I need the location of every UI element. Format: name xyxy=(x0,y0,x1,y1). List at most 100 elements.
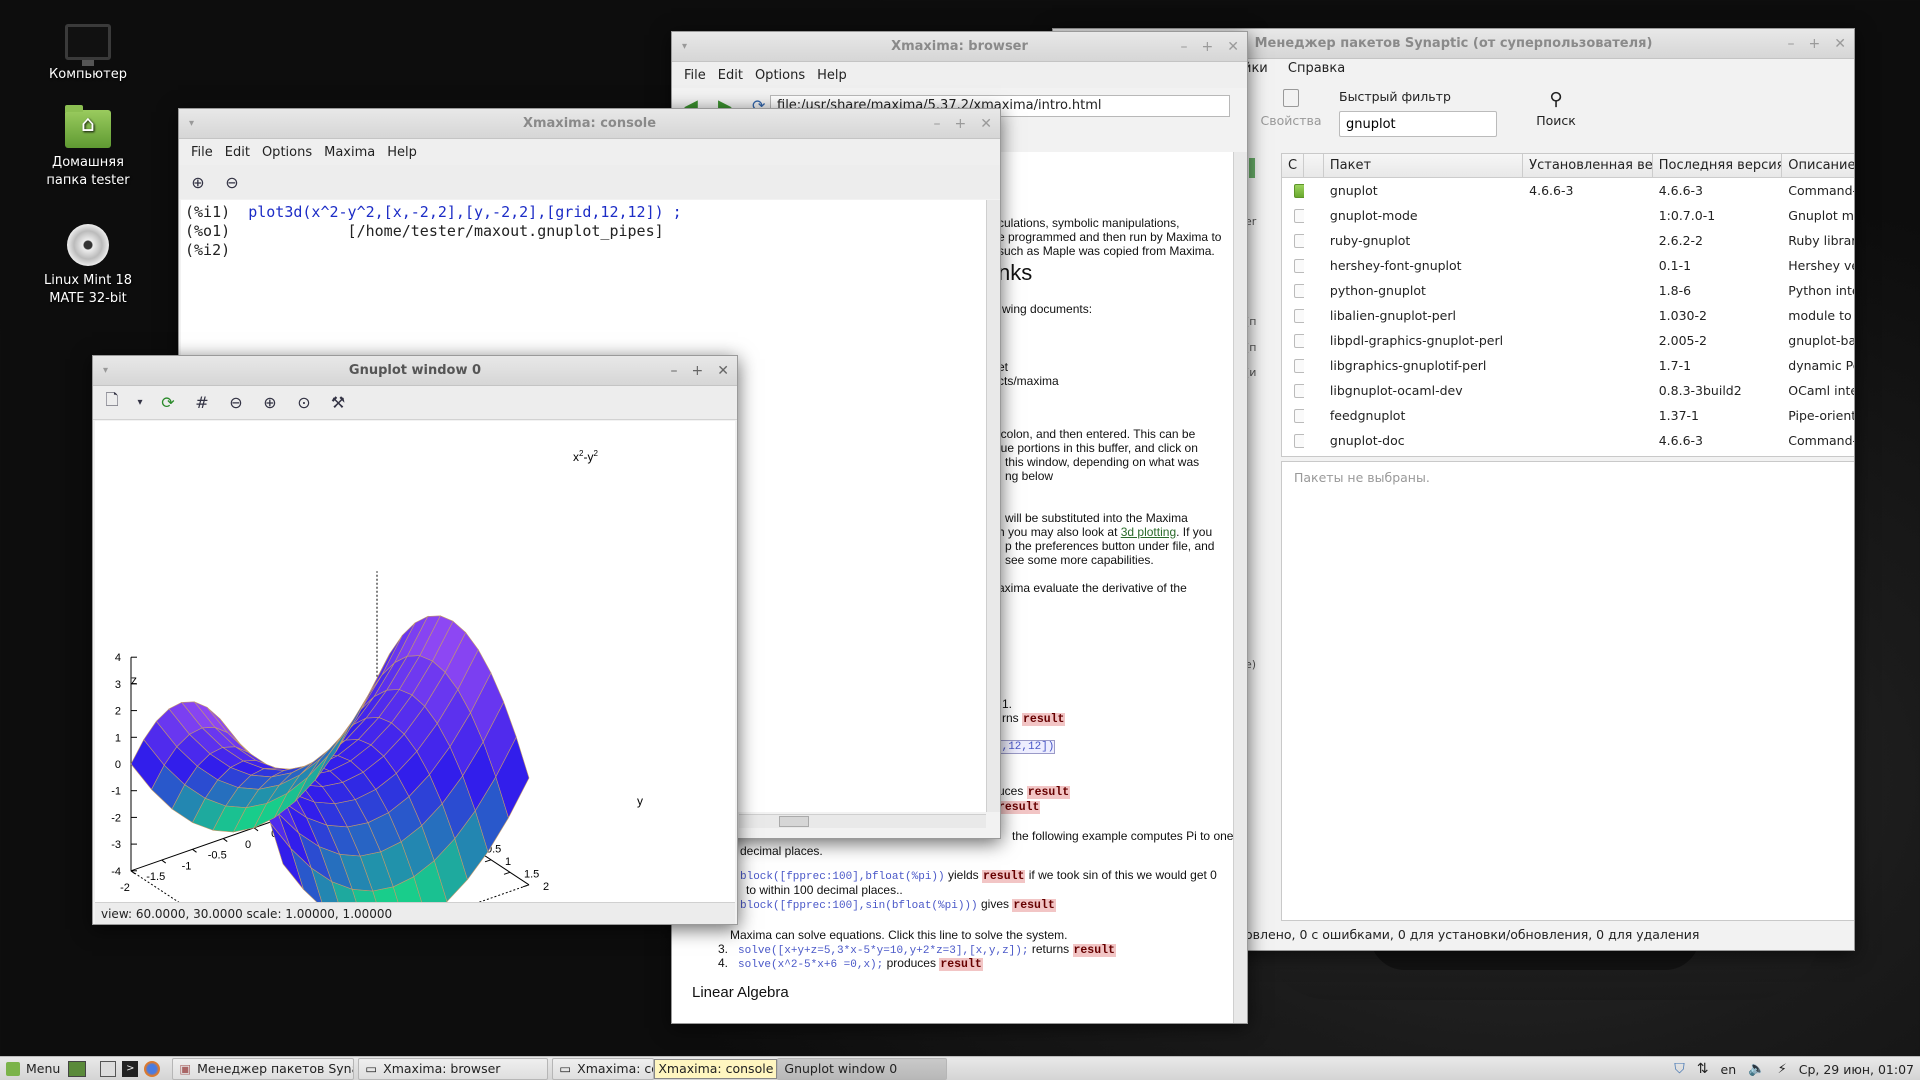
desktop-icon-dvd[interactable]: Linux Mint 18 MATE 32-bit xyxy=(23,224,153,308)
zoom-next-icon[interactable]: ⊕ xyxy=(259,392,281,414)
maximize-icon[interactable]: + xyxy=(692,356,704,386)
close-icon[interactable]: ✕ xyxy=(717,356,729,386)
code-snippet[interactable]: d,12,12]) xyxy=(994,740,1056,754)
firefox-icon[interactable] xyxy=(144,1060,161,1077)
table-row[interactable]: gnuplot-mode 1:0.7.0-1 Gnuplot mode xyxy=(1282,203,1854,228)
menu-help[interactable]: Help xyxy=(381,145,423,160)
task-browser[interactable]: ▭ Xmaxima: browser xyxy=(358,1057,549,1080)
package-checkbox[interactable] xyxy=(1294,333,1304,348)
code-snippet[interactable]: block([fpprec:100],sin(bfloat(%pi))) xyxy=(740,900,978,912)
minimize-icon[interactable]: – xyxy=(1181,32,1188,62)
desktop-icon-computer[interactable]: Компьютер xyxy=(23,24,153,84)
network-icon[interactable]: ⇅ xyxy=(1697,1061,1709,1077)
zoom-in-icon[interactable]: ⊕ xyxy=(187,171,209,193)
result-badge[interactable]: result xyxy=(1012,899,1056,912)
package-checkbox[interactable] xyxy=(1294,408,1304,423)
result-badge[interactable]: result xyxy=(1026,786,1071,799)
window-menu-icon[interactable]: ▾ xyxy=(189,109,194,139)
replot-icon[interactable]: ⟳ xyxy=(157,392,179,414)
console-vscrollbar[interactable] xyxy=(986,200,1000,812)
gnuplot-titlebar[interactable]: ▾ Gnuplot window 0 – + ✕ xyxy=(93,356,737,386)
package-checkbox[interactable] xyxy=(1294,433,1304,448)
close-icon[interactable]: ✕ xyxy=(1227,32,1239,62)
table-row[interactable]: libpdl-graphics-gnuplot-perl 2.005-2 gnupl… xyxy=(1282,328,1854,353)
desktop-icon-home[interactable]: Домашняя папка tester xyxy=(23,105,153,190)
task-gnuplot[interactable]: Gnuplot window 0 xyxy=(777,1057,948,1080)
volume-icon[interactable]: 🔈 xyxy=(1748,1061,1765,1077)
package-checkbox[interactable] xyxy=(1294,183,1304,198)
package-checkbox[interactable] xyxy=(1294,383,1304,398)
window-menu-icon[interactable]: ▾ xyxy=(682,32,687,62)
result-badge[interactable]: result xyxy=(939,958,983,971)
task-console[interactable]: ▭ Xmaxima: con xyxy=(552,1057,655,1080)
settings-wrench-icon[interactable]: ⚒ xyxy=(327,392,349,414)
result-badge[interactable]: result xyxy=(982,870,1026,883)
table-row[interactable]: ruby-gnuplot 2.6.2-2 Ruby library t xyxy=(1282,228,1854,253)
browser-scrollbar[interactable] xyxy=(1233,152,1247,1023)
dropdown-icon[interactable]: ▾ xyxy=(135,392,145,414)
package-checkbox[interactable] xyxy=(1294,258,1304,273)
terminal-icon[interactable]: > xyxy=(122,1060,139,1077)
console-hscrollbar[interactable] xyxy=(739,814,986,828)
minimize-icon[interactable]: – xyxy=(671,356,678,386)
plot-area[interactable]: x2-y2 z x y 43210-1-2-3-4-2-1.5-1-0.500.… xyxy=(95,421,735,924)
scroll-thumb[interactable] xyxy=(779,816,809,827)
table-row[interactable]: libalien-gnuplot-perl 1.030-2 module to fi… xyxy=(1282,303,1854,328)
menu-edit[interactable]: Edit xyxy=(219,145,256,160)
task-synaptic[interactable]: ▣ Менеджер пакетов Syna... xyxy=(172,1057,355,1080)
code-snippet[interactable]: block([fpprec:100],bfloat(%pi)) xyxy=(740,871,945,883)
show-desktop-icon[interactable] xyxy=(68,1060,87,1077)
column-description[interactable]: Описание xyxy=(1782,154,1854,177)
table-row[interactable]: libgraphics-gnuplotif-perl 1.7-1 dynamic P… xyxy=(1282,353,1854,378)
menu-maxima[interactable]: Maxima xyxy=(318,145,381,160)
menu-options[interactable]: Options xyxy=(749,68,811,83)
menu-help[interactable]: Справка xyxy=(1288,61,1345,76)
menu-edit[interactable]: Edit xyxy=(712,68,749,83)
column-installed[interactable]: Установленная верс xyxy=(1523,154,1653,177)
autoscale-icon[interactable]: ⊙ xyxy=(293,392,315,414)
properties-button[interactable]: Свойства xyxy=(1249,89,1333,128)
zoom-prev-icon[interactable]: ⊖ xyxy=(225,392,247,414)
package-checkbox[interactable] xyxy=(1294,208,1304,223)
result-badge[interactable]: result xyxy=(1022,713,1066,726)
column-package[interactable]: Пакет xyxy=(1324,154,1524,177)
result-badge[interactable]: result xyxy=(1072,944,1116,957)
menu-help[interactable]: Help xyxy=(811,68,853,83)
close-icon[interactable]: ✕ xyxy=(1834,29,1846,59)
keyboard-layout[interactable]: en xyxy=(1721,1062,1737,1077)
menu-file[interactable]: File xyxy=(678,68,712,83)
minimize-icon[interactable]: – xyxy=(934,109,941,139)
column-latest[interactable]: Последняя версия xyxy=(1653,154,1783,177)
table-row[interactable]: libgnuplot-ocaml-dev 0.8.3-3build2 OCaml i… xyxy=(1282,378,1854,403)
file-manager-icon[interactable] xyxy=(100,1060,117,1077)
clock[interactable]: Ср, 29 июн, 01:07 xyxy=(1799,1062,1914,1077)
power-icon[interactable]: ⚡ xyxy=(1778,1062,1787,1077)
table-row[interactable]: python-gnuplot 1.8-6 Python interfa xyxy=(1282,278,1854,303)
zoom-out-icon[interactable]: ⊖ xyxy=(221,171,243,193)
console-titlebar[interactable]: ▾ Xmaxima: console – + ✕ xyxy=(179,109,1000,139)
package-checkbox[interactable] xyxy=(1294,233,1304,248)
maximize-icon[interactable]: + xyxy=(955,109,967,139)
package-checkbox[interactable] xyxy=(1294,283,1304,298)
code-snippet[interactable]: solve(x^2-5*x+6 =0,x); xyxy=(738,959,883,971)
maximize-icon[interactable]: + xyxy=(1809,29,1821,59)
maximize-icon[interactable]: + xyxy=(1202,32,1214,62)
column-status[interactable]: С xyxy=(1282,154,1304,177)
table-row[interactable]: gnuplot 4.6.6-3 4.6.6-3 Command-lin xyxy=(1282,178,1854,203)
result-badge[interactable]: result xyxy=(997,801,1041,814)
update-shield-icon[interactable]: ⛉ xyxy=(1674,1061,1685,1077)
export-icon[interactable]: 🗋 xyxy=(101,390,123,414)
menu-button[interactable]: Menu xyxy=(0,1057,68,1080)
search-button[interactable]: ⚲ Поиск xyxy=(1525,89,1587,128)
package-checkbox[interactable] xyxy=(1294,358,1304,373)
minimize-icon[interactable]: – xyxy=(1788,29,1795,59)
3d-plotting-link[interactable]: 3d plotting xyxy=(1121,525,1176,539)
package-checkbox[interactable] xyxy=(1294,308,1304,323)
menu-options[interactable]: Options xyxy=(256,145,318,160)
grid-icon[interactable]: # xyxy=(191,392,213,414)
table-row[interactable]: feedgnuplot 1.37-1 Pipe-oriented xyxy=(1282,403,1854,428)
browser-titlebar[interactable]: ▾ Xmaxima: browser – + ✕ xyxy=(672,32,1247,62)
window-menu-icon[interactable]: ▾ xyxy=(103,356,108,386)
quick-filter-input[interactable] xyxy=(1339,111,1497,137)
close-icon[interactable]: ✕ xyxy=(980,109,992,139)
